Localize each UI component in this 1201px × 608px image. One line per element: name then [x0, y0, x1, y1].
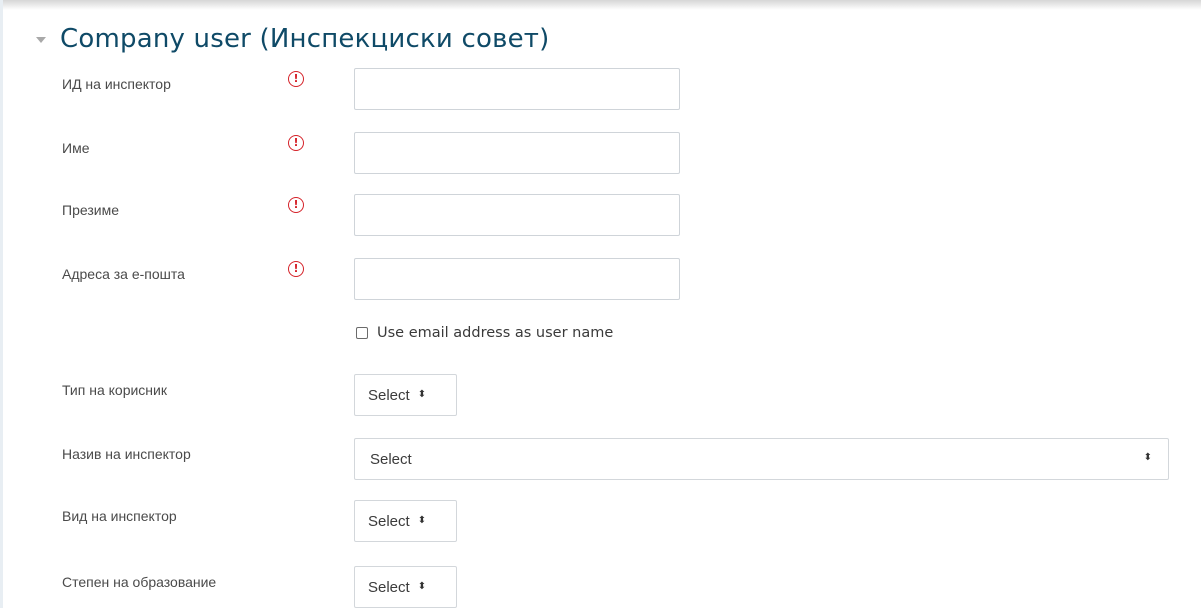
- inspector-title-label: Назив на инспектор: [62, 446, 191, 462]
- section-header[interactable]: Company user (Инспекциски совет): [36, 20, 549, 58]
- user-type-select-value: Select: [368, 386, 410, 404]
- required-icon: !: [288, 135, 304, 151]
- caret-down-icon[interactable]: [36, 37, 46, 43]
- top-shadow: [0, 0, 1201, 10]
- inspector-kind-select[interactable]: Select ⬍: [354, 500, 457, 542]
- last-name-input[interactable]: [354, 194, 680, 236]
- required-icon: !: [288, 197, 304, 213]
- use-email-option[interactable]: Use email address as user name: [354, 323, 613, 343]
- email-input[interactable]: [354, 258, 680, 300]
- left-border: [0, 0, 3, 608]
- inspector-title-select[interactable]: Select ⬍: [354, 438, 1169, 480]
- select-arrows-icon: ⬍: [417, 515, 427, 526]
- last-name-label: Презиме: [62, 202, 119, 218]
- select-arrows-icon: ⬍: [417, 389, 427, 400]
- required-icon: !: [288, 261, 304, 277]
- user-type-label: Тип на корисник: [62, 382, 167, 398]
- inspector-id-input[interactable]: [354, 68, 680, 110]
- required-icon: !: [288, 71, 304, 87]
- first-name-label: Име: [62, 140, 90, 156]
- email-label: Адреса за е-пошта: [62, 266, 185, 282]
- inspector-title-select-value: Select: [370, 450, 412, 468]
- inspector-kind-select-value: Select: [368, 512, 410, 530]
- select-arrows-icon: ⬍: [417, 581, 427, 592]
- inspector-kind-label: Вид на инспектор: [62, 508, 177, 524]
- education-level-label: Степен на образование: [62, 574, 217, 590]
- use-email-checkbox-label[interactable]: Use email address as user name: [377, 325, 613, 341]
- education-level-select[interactable]: Select ⬍: [354, 566, 457, 608]
- select-arrows-icon: ⬍: [1143, 452, 1152, 463]
- education-level-select-value: Select: [368, 578, 410, 596]
- user-type-select[interactable]: Select ⬍: [354, 374, 457, 416]
- first-name-input[interactable]: [354, 132, 680, 174]
- inspector-id-label: ИД на инспектор: [62, 76, 171, 92]
- use-email-checkbox[interactable]: [356, 327, 368, 339]
- section-title: Company user (Инспекциски совет): [60, 24, 550, 54]
